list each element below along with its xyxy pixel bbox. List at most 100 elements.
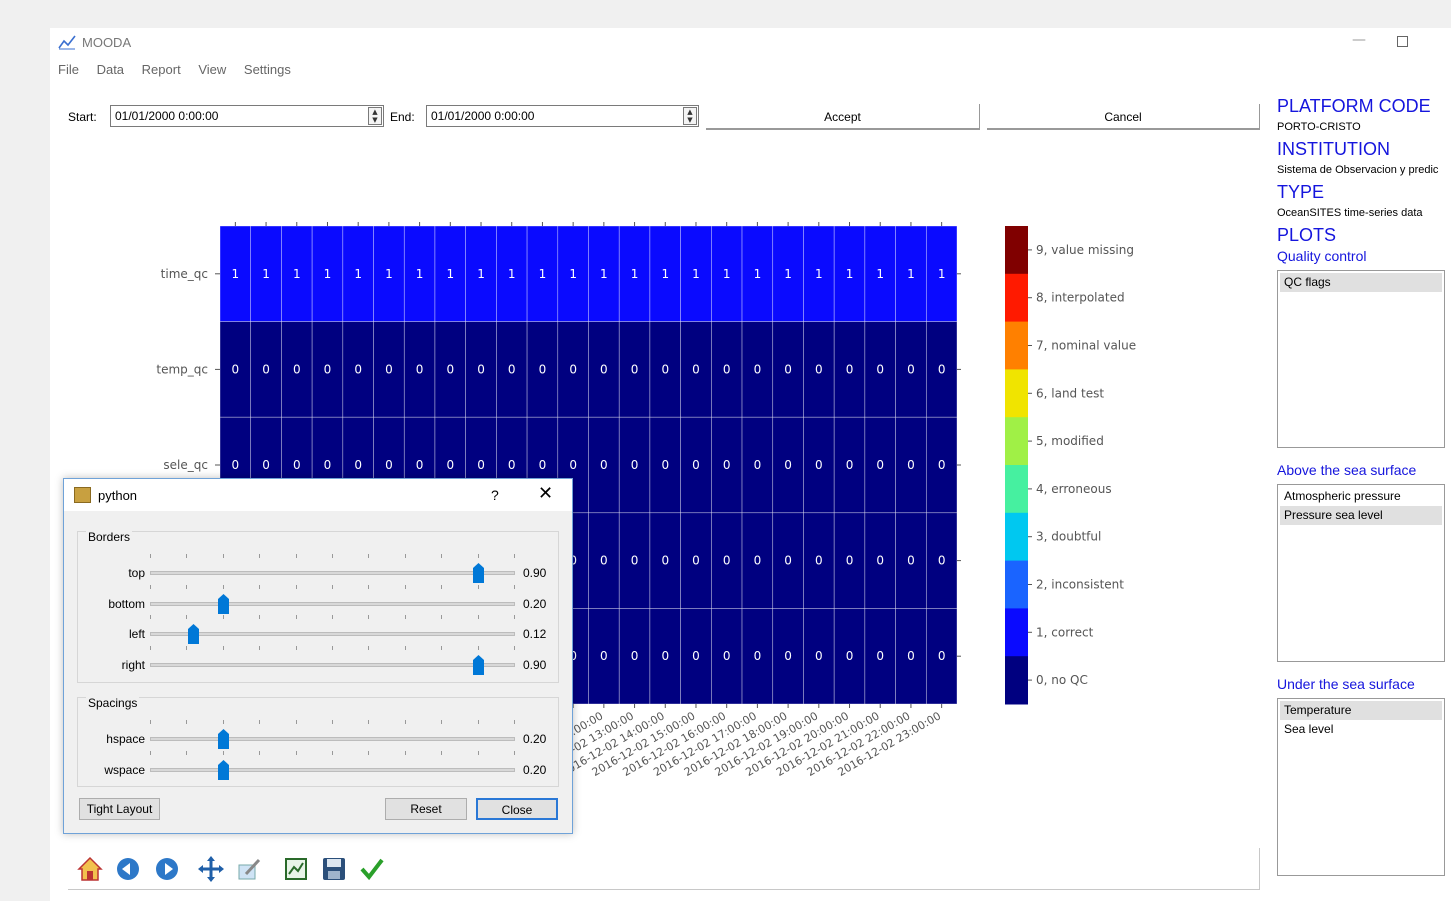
slider-tick [259,554,261,558]
close-button[interactable]: Close [476,798,558,820]
save-icon[interactable] [321,856,347,882]
above-sea-surface-list[interactable]: Atmospheric pressure Pressure sea level [1277,484,1445,662]
cell-value-label: 0 [477,362,485,376]
slider-label-bottom: bottom [108,596,145,611]
tight-layout-button[interactable]: Tight Layout [79,798,160,820]
cell-value-label: 0 [446,458,454,472]
slider-tick [186,720,188,724]
slider-handle-bottom[interactable] [217,593,229,614]
cell-value-label: 0 [262,458,270,472]
cell-value-label: 0 [631,458,639,472]
end-datetime-input[interactable]: 01/01/2000 0:00:00 [426,105,699,127]
menu-data[interactable]: Data [97,62,124,77]
menu-file[interactable]: File [58,62,79,77]
end-spin-button[interactable]: ▲ ▼ [683,107,697,125]
institution-value: Sistema de Observacion y predic [1277,164,1439,176]
slider-tick [404,751,406,755]
back-icon[interactable] [115,856,141,882]
edit-axes-icon[interactable] [236,856,262,882]
cell-value-label: 1 [631,267,639,281]
help-button[interactable]: ? [491,487,499,503]
cell-value-label: 0 [692,649,700,663]
reset-button[interactable]: Reset [385,798,467,820]
slider-handle-right[interactable] [473,654,484,675]
slider-track-left[interactable] [150,632,515,636]
cell-value-label: 0 [661,458,669,472]
slider-tick [332,751,333,755]
cell-value-label: 1 [907,267,915,281]
accept-button[interactable]: Accept [706,104,980,130]
configure-subplots-icon[interactable] [283,856,309,882]
slider-track-top[interactable] [150,571,515,575]
home-icon[interactable] [77,856,103,882]
menu-settings[interactable]: Settings [244,62,291,77]
slider-handle-left[interactable] [188,624,200,644]
slider-tick [368,751,370,755]
pan-icon[interactable] [198,856,224,882]
slider-handle-top[interactable] [473,563,484,583]
cell-value-label: 0 [354,362,362,376]
colorbar-segment [1005,608,1028,657]
cell-value-label: 1 [846,267,854,281]
cell-value-label: 0 [815,362,823,376]
slider-handle-hspace[interactable] [217,729,229,749]
slider-tick [404,584,406,589]
dialog-title: python [98,488,138,503]
cancel-button[interactable]: Cancel [987,104,1260,130]
colorbar-label: 0, no QC [1036,673,1088,687]
row-label: sele_qc [163,458,208,472]
type-heading: TYPE [1277,182,1325,202]
platform-code-value: PORTO-CRISTO [1277,121,1361,133]
cell-value-label: 0 [385,458,393,472]
cell-value-label: 0 [784,554,792,568]
slider-value-top: 0.90 [523,566,547,580]
start-datetime-input[interactable]: 01/01/2000 0:00:00 [110,105,384,127]
python-icon [74,487,91,503]
list-item[interactable]: Atmospheric pressure [1280,487,1442,506]
colorbar-segment [1005,321,1028,370]
check-icon[interactable] [359,856,385,882]
list-item[interactable]: Temperature [1280,701,1442,720]
list-item[interactable]: Sea level [1280,720,1442,739]
menu-report[interactable]: Report [142,62,181,77]
row-label: temp_qc [156,362,208,376]
slider-tick [150,720,151,724]
start-label: Start: [68,110,97,124]
slider-tick [150,645,151,650]
cell-value-label: 0 [846,554,854,568]
maximize-button[interactable] [1397,36,1408,47]
list-item[interactable]: QC flags [1280,273,1442,292]
cell-value-label: 0 [723,362,731,376]
under-sea-surface-label: Under the sea surface [1277,676,1415,692]
cell-value-label: 0 [907,554,915,568]
cell-value-label: 1 [508,267,516,281]
slider-ticks [150,751,515,755]
start-spin-button[interactable]: ▲ ▼ [368,107,382,125]
under-sea-surface-list[interactable]: Temperature Sea level [1277,698,1445,876]
menu-view[interactable]: View [198,62,226,77]
slider-track-right[interactable] [150,662,515,667]
slider-tick [295,615,297,619]
cell-value-label: 1 [692,267,700,281]
minimize-button[interactable]: — [1352,32,1366,50]
dialog-close-icon[interactable]: ✕ [538,483,553,504]
slider-tick [186,584,188,589]
subplot-config-dialog: python ? ✕ Borders Spacings top 0.90 botto… [63,478,573,834]
quality-control-list[interactable]: QC flags [1277,270,1445,448]
cell-value-label: 0 [907,362,915,376]
colorbar-label: 9, value missing [1036,243,1134,257]
list-item[interactable]: Pressure sea level [1280,506,1442,525]
cell-value-label: 1 [262,267,270,281]
cell-value-label: 0 [754,362,762,376]
colorbar-label: 8, interpolated [1036,291,1125,305]
slider-track-wspace[interactable] [150,768,515,772]
forward-icon[interactable] [154,856,180,882]
slider-tick [477,584,479,589]
platform-code-heading: PLATFORM CODE [1277,96,1431,116]
slider-tick [514,720,515,724]
slider-track-bottom[interactable] [150,601,515,606]
slider-handle-wspace[interactable] [217,760,229,780]
slider-track-hspace[interactable] [150,737,515,741]
slider-tick [222,720,224,724]
slider-tick [477,554,479,558]
